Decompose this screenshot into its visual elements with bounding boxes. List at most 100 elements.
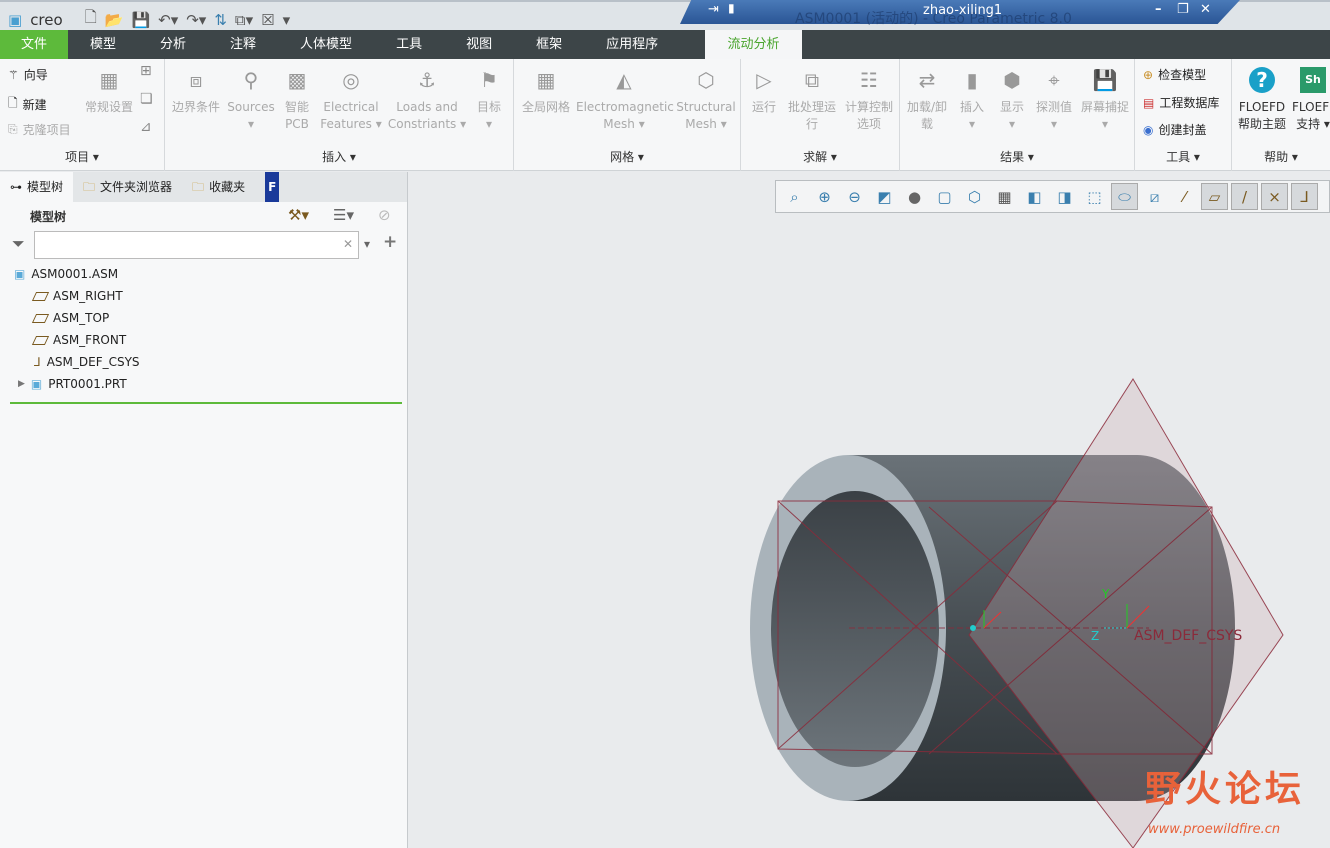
tree-item[interactable]: ▶ ▣ PRT0001.PRT [18,377,127,391]
undo-icon[interactable]: ↶▾ [158,11,178,29]
plane-display-icon[interactable]: ⧄ [1141,183,1168,210]
tab-model[interactable]: 模型 [68,30,138,59]
customize-toolbar-icon[interactable]: ▾ [283,11,291,29]
boundary-condition-button[interactable]: ⧈ 边界条件 [170,67,222,116]
scale-icon[interactable]: ⊿ [140,119,152,135]
engineering-database-button[interactable]: ▤ 工程数据库 [1143,94,1219,111]
refit-icon[interactable]: ⌕ [781,183,808,210]
tab-tools[interactable]: 工具 [374,30,444,59]
section-icon[interactable]: ◧ [1021,183,1048,210]
floefd-help-button[interactable]: ? FLOEFD 帮助主题 [1236,67,1288,133]
tab-model-tree[interactable]: ⊶ 模型树 [0,172,74,202]
group-label[interactable]: 工具 ▾ [1135,148,1231,165]
graphics-viewport[interactable]: Y Z ASM_DEF_CSYS [409,214,1330,848]
saved-orientations-icon[interactable]: ▢ [931,183,958,210]
tree-icon[interactable]: ⊞ [140,63,152,79]
restore-icon[interactable]: ❐ [1177,2,1189,17]
open-folder-icon[interactable]: 📂 [105,11,124,29]
group-label[interactable]: 结果 ▾ [900,148,1134,165]
copy-icon[interactable]: ❏ [140,91,153,107]
em-mesh-button[interactable]: ◭ Electromagnetic Mesh ▾ [576,67,674,133]
screen-capture-button[interactable]: 💾 屏幕捕捉 ▾ [1078,67,1132,133]
point-tag-icon[interactable]: × [1261,183,1288,210]
regenerate-icon[interactable]: ⇅ [214,11,227,29]
hide-icon[interactable]: ⊘ [378,206,391,224]
calc-control-button[interactable]: ☷ 计算控制 选项 [841,67,897,133]
tab-flow-analysis[interactable]: 流动分析 [705,30,802,59]
display-button[interactable]: ⬢ 显示 ▾ [992,67,1032,133]
expand-icon[interactable]: ▶ [18,379,25,389]
display-style-icon[interactable]: ● [901,183,928,210]
minimize-icon[interactable]: – [1155,2,1162,17]
tree-search-input[interactable] [34,231,359,259]
insert-marker[interactable] [10,402,402,404]
run-button[interactable]: ▷ 运行 [747,67,781,116]
redo-icon[interactable]: ↷▾ [186,11,206,29]
create-lids-button[interactable]: ◉ 创建封盖 [1143,121,1207,138]
tab-annotate[interactable]: 注释 [208,30,278,59]
spin-center-icon[interactable]: ⬭ [1111,183,1138,210]
cylinder-bore [771,491,939,767]
close-icon[interactable]: ✕ [1200,2,1211,17]
check-model-button[interactable]: ⊕ 检查模型 [1143,66,1206,83]
tab-floefd[interactable]: F [255,172,289,202]
annotation-icon[interactable]: ◨ [1051,183,1078,210]
zoom-in-icon[interactable]: ⊕ [811,183,838,210]
tab-view[interactable]: 视图 [444,30,514,59]
tab-folder-browser[interactable]: 🗀 文件夹浏览器 [73,172,182,202]
add-icon[interactable]: + [383,232,397,252]
sources-button[interactable]: ⚲ Sources ▾ [225,67,277,133]
display-icon: ⬢ [1003,68,1021,92]
settings-tools-icon[interactable]: ⚒▾ [288,206,309,224]
global-mesh-button[interactable]: ▦ 全局网格 [518,67,574,116]
loads-constraints-button[interactable]: ⚓ Loads and Constriants ▾ [387,67,467,133]
new-file-icon[interactable]: 🗋 [85,7,97,32]
probe-button[interactable]: ⌖ 探测值 ▾ [1032,67,1076,133]
close-window-icon[interactable]: ☒ [261,11,274,29]
general-settings-button[interactable]: ▦ 常规设置 [84,67,134,116]
windows-icon[interactable]: ⧉▾ [235,11,253,29]
save-icon[interactable]: 💾 [131,11,150,29]
zoom-out-icon[interactable]: ⊖ [841,183,868,210]
clone-project-button[interactable]: ⎘ 克隆项目 [8,121,71,138]
tab-file[interactable]: 文件 [0,30,68,59]
view-manager-icon[interactable]: ⬡ [961,183,988,210]
dropdown-icon[interactable]: ▾ [364,237,370,251]
electrical-features-button[interactable]: ◎ Electrical Features ▾ [317,67,385,133]
tab-manikin[interactable]: 人体模型 [278,30,374,59]
tree-item[interactable]: ASM_TOP [31,311,109,325]
transparent-icon[interactable]: ⬚ [1081,183,1108,210]
new-project-button[interactable]: 🗋 新建 [8,94,47,115]
filter-icon[interactable]: ⏷ [12,234,25,254]
repaint-icon[interactable]: ◩ [871,183,898,210]
tab-framework[interactable]: 框架 [514,30,584,59]
tree-item[interactable]: ⅃ ASM_DEF_CSYS [34,355,140,369]
group-label[interactable]: 求解 ▾ [741,148,899,165]
batch-run-button[interactable]: ⧉ 批处理运 行 [785,67,839,133]
clear-icon[interactable]: ✕ [343,237,353,251]
floefd-support-button[interactable]: ShFLOEFD 支持 ▾ [1292,67,1330,133]
show-list-icon[interactable]: ☰▾ [333,206,354,224]
plane-tag-icon[interactable]: ▱ [1201,183,1228,210]
tab-applications[interactable]: 应用程序 [584,30,680,59]
goals-button[interactable]: ⚑ 目标 ▾ [471,67,507,133]
tree-item[interactable]: ASM_RIGHT [31,289,123,303]
perspective-icon[interactable]: ▦ [991,183,1018,210]
load-unload-button[interactable]: ⇄ 加载/卸 载 [904,67,950,133]
group-label[interactable]: 插入 ▾ [165,148,513,165]
tab-analysis[interactable]: 分析 [138,30,208,59]
wizard-button[interactable]: ⚚ 向导 [8,66,48,83]
csys-tag-icon[interactable]: ⅃ [1291,183,1318,210]
pin-icon[interactable]: ⇥ [708,2,719,17]
group-label[interactable]: 项目 ▾ [0,148,164,165]
smart-pcb-button[interactable]: ▩ 智能 PCB [279,67,315,133]
axis-display-icon[interactable]: ⁄ [1171,183,1198,210]
group-label[interactable]: 网格 ▾ [514,148,740,165]
axis-tag-icon[interactable]: / [1231,183,1258,210]
tree-item[interactable]: ASM_FRONT [31,333,126,347]
results-insert-button[interactable]: ▮ 插入 ▾ [952,67,992,133]
tab-favorites[interactable]: 🗀 收藏夹 [182,172,255,202]
structural-mesh-button[interactable]: ⬡ Structural Mesh ▾ [674,67,738,133]
tree-item[interactable]: ▣ ASM0001.ASM [14,267,118,281]
group-label[interactable]: 帮助 ▾ [1232,148,1330,165]
